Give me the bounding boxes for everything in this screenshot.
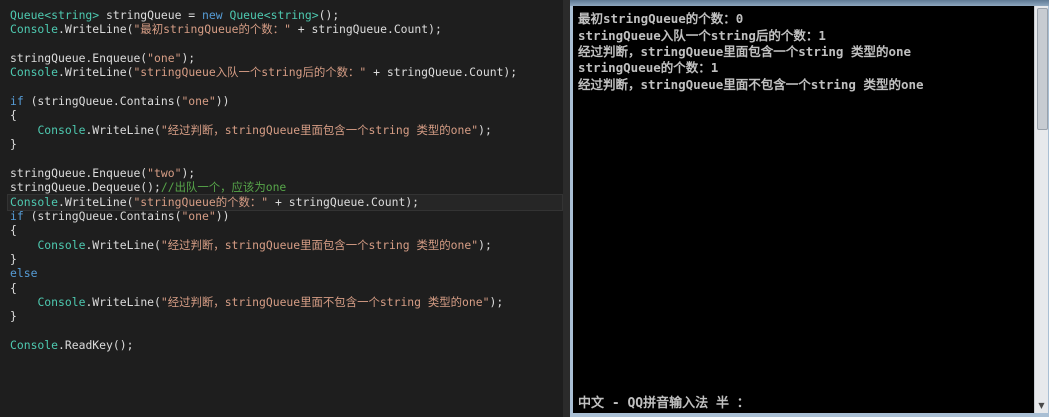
code-token-plain: .WriteLine(	[85, 122, 161, 137]
code-token-plain: .WriteLine(	[85, 295, 161, 309]
code-token-str: "stringQueue入队一个string后的个数："	[133, 65, 367, 80]
code-line[interactable]: Console.ReadKey();	[10, 338, 562, 353]
code-token-plain: + stringQueue.Count);	[366, 65, 518, 80]
console-line: 最初stringQueue的个数：0	[578, 11, 744, 26]
console-output[interactable]: 最初stringQueue的个数：0 stringQueue入队一个string…	[573, 6, 1034, 413]
code-line[interactable]: }	[10, 137, 562, 152]
code-token-type: Console	[10, 65, 59, 80]
code-line[interactable]: Console.WriteLine("stringQueue入队一个string…	[10, 65, 562, 80]
code-line[interactable]	[10, 37, 562, 52]
code-token-str: "one"	[181, 208, 216, 223]
code-token-plain: {	[10, 108, 17, 123]
code-token-plain: );	[181, 165, 196, 180]
console-line: 经过判断，stringQueue里面不包含一个string 类型的one	[578, 77, 924, 92]
code-line[interactable]: Console.WriteLine("stringQueue的个数：" + st…	[7, 193, 563, 211]
scrollbar-thumb[interactable]	[1037, 8, 1048, 130]
code-token-plain: + stringQueue.Count);	[290, 22, 442, 37]
code-line[interactable]: Console.WriteLine("经过判断，stringQueue里面包含一…	[10, 238, 562, 253]
code-line[interactable]: stringQueue.Enqueue("two");	[10, 166, 562, 181]
code-line[interactable]: if (stringQueue.Contains("one"))	[10, 209, 562, 224]
ime-status-bar[interactable]: 中文 - QQ拼音输入法 半 ：	[578, 395, 750, 412]
code-line[interactable]	[10, 152, 562, 167]
code-token-str: "one"	[147, 51, 182, 66]
code-token-kw: else	[10, 266, 38, 281]
code-token-str: "经过判断，stringQueue里面包含一个string 类型的one"	[160, 237, 479, 252]
code-token-plain: .WriteLine(	[58, 194, 134, 209]
code-line[interactable]: stringQueue.Dequeue();//出队一个，应该为one	[10, 180, 562, 195]
code-line[interactable]: if (stringQueue.Contains("one"))	[10, 94, 562, 109]
code-line[interactable]	[10, 80, 562, 95]
code-line[interactable]: Console.WriteLine("经过判断，stringQueue里面不包含…	[10, 295, 562, 310]
code-line[interactable]: }	[10, 309, 562, 324]
code-line[interactable]: Console.WriteLine("经过判断，stringQueue里面包含一…	[10, 123, 562, 138]
code-token-type: Console	[37, 237, 86, 252]
code-token-plain: );	[489, 295, 504, 309]
code-token-kw: if	[10, 94, 24, 109]
code-token-kw: new	[202, 8, 223, 22]
code-token-plain: stringQueue.Enqueue(	[10, 165, 148, 180]
code-line[interactable]: stringQueue.Enqueue("one");	[10, 51, 562, 66]
code-token-plain: .WriteLine(	[58, 65, 134, 80]
code-token-plain: ();	[318, 8, 340, 22]
console-line: 经过判断，stringQueue里面包含一个string 类型的one	[578, 44, 912, 59]
code-token-plain: stringQueue.Dequeue();	[10, 180, 161, 195]
code-token-plain: {	[10, 280, 17, 295]
console-line: stringQueue入队一个string后的个数：1	[578, 28, 826, 43]
code-token-plain: );	[478, 237, 492, 252]
code-token-plain: {	[10, 223, 17, 238]
code-line[interactable]: {	[10, 223, 562, 238]
code-token-type: Console	[37, 122, 86, 137]
code-token-plain: }	[10, 137, 17, 152]
code-token-plain: .WriteLine(	[85, 237, 161, 252]
code-line[interactable]: Console.WriteLine("最初stringQueue的个数：" + …	[10, 22, 562, 37]
code-token-str: "经过判断，stringQueue里面不包含一个string 类型的one"	[160, 295, 490, 309]
code-token-kw: if	[10, 208, 24, 223]
code-token-plain: .WriteLine(	[58, 22, 134, 37]
code-editor[interactable]: Queue<string> stringQueue = new Queue<st…	[0, 0, 570, 417]
console-window: 最初stringQueue的个数：0 stringQueue入队一个string…	[570, 0, 1049, 417]
code-token-plain: .ReadKey();	[58, 338, 134, 353]
code-token-plain: (stringQueue.Contains(	[23, 94, 182, 109]
code-token-type: Console	[37, 295, 86, 309]
code-token-str: "经过判断，stringQueue里面包含一个string 类型的one"	[160, 122, 479, 137]
code-token-type: Console	[10, 194, 59, 209]
code-token-plain: stringQueue =	[99, 8, 203, 22]
code-token-plain: + stringQueue.Count);	[268, 194, 420, 209]
code-token-type: Console	[10, 22, 59, 37]
code-token-type: Queue<string>	[229, 8, 319, 22]
editor-scrollbar[interactable]	[563, 0, 570, 417]
code-token-type: Console	[10, 338, 59, 353]
code-line[interactable]: {	[10, 281, 562, 296]
code-token-type: Queue<string>	[10, 8, 100, 22]
code-token-plain: ))	[215, 208, 230, 223]
code-token-cmt: //出队一个，应该为one	[160, 180, 287, 195]
console-line: stringQueue的个数：1	[578, 60, 719, 75]
code-token-plain: (stringQueue.Contains(	[23, 208, 182, 223]
code-token-str: "stringQueue的个数："	[133, 194, 269, 209]
code-token-plain: stringQueue.Enqueue(	[10, 51, 148, 66]
code-token-plain: }	[10, 251, 17, 266]
code-token-str: "two"	[147, 165, 182, 180]
console-scrollbar[interactable]: ▼	[1034, 6, 1048, 413]
code-line[interactable]: {	[10, 108, 562, 123]
code-token-str: "最初stringQueue的个数："	[133, 22, 291, 37]
code-token-plain: );	[478, 122, 492, 137]
code-line[interactable]	[10, 324, 562, 339]
code-line[interactable]: else	[10, 266, 562, 281]
scroll-down-arrow-icon[interactable]: ▼	[1036, 400, 1047, 411]
code-line[interactable]: Queue<string> stringQueue = new Queue<st…	[10, 8, 562, 23]
code-token-plain: }	[10, 309, 17, 324]
code-token-plain: );	[181, 51, 196, 66]
code-token-plain: ))	[215, 94, 230, 109]
code-line[interactable]: }	[10, 252, 562, 267]
code-token-str: "one"	[181, 94, 216, 109]
